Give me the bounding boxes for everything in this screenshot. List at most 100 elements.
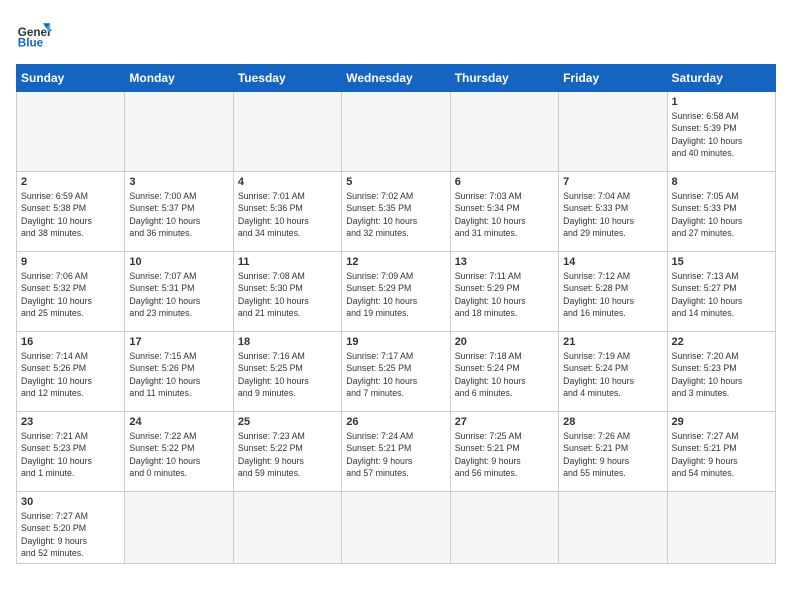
logo: General Blue xyxy=(16,16,52,52)
day-number: 19 xyxy=(346,336,445,348)
calendar-week-row: 30Sunrise: 7:27 AM Sunset: 5:20 PM Dayli… xyxy=(17,492,776,564)
calendar-cell: 1 Sunrise: 6:58 AM Sunset: 5:39 PM Daylig… xyxy=(667,92,775,172)
day-info: Sunrise: 7:12 AM Sunset: 5:28 PM Dayligh… xyxy=(563,270,662,319)
day-info: Sunrise: 6:58 AM Sunset: 5:39 PM Dayligh… xyxy=(672,110,771,159)
day-info: Sunrise: 7:04 AM Sunset: 5:33 PM Dayligh… xyxy=(563,190,662,239)
day-info: Sunrise: 7:27 AM Sunset: 5:21 PM Dayligh… xyxy=(672,430,771,479)
calendar-cell: 30Sunrise: 7:27 AM Sunset: 5:20 PM Dayli… xyxy=(17,492,125,564)
calendar-week-row: 23Sunrise: 7:21 AM Sunset: 5:23 PM Dayli… xyxy=(17,412,776,492)
calendar-week-row: 16Sunrise: 7:14 AM Sunset: 5:26 PM Dayli… xyxy=(17,332,776,412)
calendar-cell xyxy=(342,92,450,172)
day-number: 5 xyxy=(346,176,445,188)
day-number: 29 xyxy=(672,416,771,428)
calendar-cell xyxy=(342,492,450,564)
day-info: Sunrise: 7:19 AM Sunset: 5:24 PM Dayligh… xyxy=(563,350,662,399)
day-info: Sunrise: 7:15 AM Sunset: 5:26 PM Dayligh… xyxy=(129,350,228,399)
day-number: 2 xyxy=(21,176,120,188)
day-number: 25 xyxy=(238,416,337,428)
logo-icon: General Blue xyxy=(16,16,52,52)
day-header-tuesday: Tuesday xyxy=(233,65,341,92)
calendar-cell: 6Sunrise: 7:03 AM Sunset: 5:34 PM Daylig… xyxy=(450,172,558,252)
day-header-friday: Friday xyxy=(559,65,667,92)
day-number: 13 xyxy=(455,256,554,268)
calendar-cell xyxy=(559,492,667,564)
calendar-header-row: SundayMondayTuesdayWednesdayThursdayFrid… xyxy=(17,65,776,92)
day-info: Sunrise: 7:26 AM Sunset: 5:21 PM Dayligh… xyxy=(563,430,662,479)
calendar-cell: 7 Sunrise: 7:04 AM Sunset: 5:33 PM Daylig… xyxy=(559,172,667,252)
day-info: Sunrise: 7:22 AM Sunset: 5:22 PM Dayligh… xyxy=(129,430,228,479)
day-number: 9 xyxy=(21,256,120,268)
day-number: 4 xyxy=(238,176,337,188)
calendar-cell: 9 Sunrise: 7:06 AM Sunset: 5:32 PM Daylig… xyxy=(17,252,125,332)
calendar-cell: 13 Sunrise: 7:11 AM Sunset: 5:29 PM Dayli… xyxy=(450,252,558,332)
day-info: Sunrise: 7:07 AM Sunset: 5:31 PM Dayligh… xyxy=(129,270,228,319)
day-info: Sunrise: 7:27 AM Sunset: 5:20 PM Dayligh… xyxy=(21,510,120,559)
day-header-saturday: Saturday xyxy=(667,65,775,92)
day-info: Sunrise: 7:14 AM Sunset: 5:26 PM Dayligh… xyxy=(21,350,120,399)
header: General Blue xyxy=(16,16,776,52)
calendar-cell: 20 Sunrise: 7:18 AM Sunset: 5:24 PM Dayli… xyxy=(450,332,558,412)
calendar-cell: 29 Sunrise: 7:27 AM Sunset: 5:21 PM Dayli… xyxy=(667,412,775,492)
calendar-cell: 8Sunrise: 7:05 AM Sunset: 5:33 PM Daylig… xyxy=(667,172,775,252)
day-number: 10 xyxy=(129,256,228,268)
calendar-cell xyxy=(559,92,667,172)
calendar-cell: 15 Sunrise: 7:13 AM Sunset: 5:27 PM Dayli… xyxy=(667,252,775,332)
day-info: Sunrise: 7:18 AM Sunset: 5:24 PM Dayligh… xyxy=(455,350,554,399)
day-number: 3 xyxy=(129,176,228,188)
day-info: Sunrise: 7:23 AM Sunset: 5:22 PM Dayligh… xyxy=(238,430,337,479)
calendar-cell xyxy=(233,92,341,172)
calendar-cell: 28Sunrise: 7:26 AM Sunset: 5:21 PM Dayli… xyxy=(559,412,667,492)
calendar-cell: 27Sunrise: 7:25 AM Sunset: 5:21 PM Dayli… xyxy=(450,412,558,492)
day-number: 12 xyxy=(346,256,445,268)
day-info: Sunrise: 7:02 AM Sunset: 5:35 PM Dayligh… xyxy=(346,190,445,239)
day-info: Sunrise: 7:16 AM Sunset: 5:25 PM Dayligh… xyxy=(238,350,337,399)
day-number: 15 xyxy=(672,256,771,268)
calendar-cell xyxy=(17,92,125,172)
calendar-cell: 22Sunrise: 7:20 AM Sunset: 5:23 PM Dayli… xyxy=(667,332,775,412)
calendar-cell xyxy=(450,492,558,564)
day-info: Sunrise: 6:59 AM Sunset: 5:38 PM Dayligh… xyxy=(21,190,120,239)
day-header-sunday: Sunday xyxy=(17,65,125,92)
calendar-cell xyxy=(125,492,233,564)
day-number: 1 xyxy=(672,96,771,108)
calendar-cell: 3 Sunrise: 7:00 AM Sunset: 5:37 PM Daylig… xyxy=(125,172,233,252)
calendar-cell: 4Sunrise: 7:01 AM Sunset: 5:36 PM Daylig… xyxy=(233,172,341,252)
calendar-cell xyxy=(667,492,775,564)
day-info: Sunrise: 7:21 AM Sunset: 5:23 PM Dayligh… xyxy=(21,430,120,479)
day-info: Sunrise: 7:05 AM Sunset: 5:33 PM Dayligh… xyxy=(672,190,771,239)
day-number: 17 xyxy=(129,336,228,348)
day-number: 7 xyxy=(563,176,662,188)
day-number: 20 xyxy=(455,336,554,348)
calendar-cell: 12 Sunrise: 7:09 AM Sunset: 5:29 PM Dayli… xyxy=(342,252,450,332)
day-number: 26 xyxy=(346,416,445,428)
calendar-cell: 19 Sunrise: 7:17 AM Sunset: 5:25 PM Dayli… xyxy=(342,332,450,412)
day-info: Sunrise: 7:20 AM Sunset: 5:23 PM Dayligh… xyxy=(672,350,771,399)
day-info: Sunrise: 7:00 AM Sunset: 5:37 PM Dayligh… xyxy=(129,190,228,239)
day-number: 24 xyxy=(129,416,228,428)
svg-text:Blue: Blue xyxy=(18,37,44,50)
calendar-cell: 14Sunrise: 7:12 AM Sunset: 5:28 PM Dayli… xyxy=(559,252,667,332)
calendar-cell: 10 Sunrise: 7:07 AM Sunset: 5:31 PM Dayli… xyxy=(125,252,233,332)
calendar-cell xyxy=(450,92,558,172)
calendar-cell xyxy=(125,92,233,172)
day-info: Sunrise: 7:13 AM Sunset: 5:27 PM Dayligh… xyxy=(672,270,771,319)
calendar-week-row: 9 Sunrise: 7:06 AM Sunset: 5:32 PM Daylig… xyxy=(17,252,776,332)
calendar-cell: 11Sunrise: 7:08 AM Sunset: 5:30 PM Dayli… xyxy=(233,252,341,332)
day-header-monday: Monday xyxy=(125,65,233,92)
day-info: Sunrise: 7:09 AM Sunset: 5:29 PM Dayligh… xyxy=(346,270,445,319)
calendar-week-row: 2 Sunrise: 6:59 AM Sunset: 5:38 PM Daylig… xyxy=(17,172,776,252)
day-number: 6 xyxy=(455,176,554,188)
day-info: Sunrise: 7:06 AM Sunset: 5:32 PM Dayligh… xyxy=(21,270,120,319)
calendar-cell xyxy=(233,492,341,564)
calendar-cell: 5 Sunrise: 7:02 AM Sunset: 5:35 PM Daylig… xyxy=(342,172,450,252)
calendar-cell: 21 Sunrise: 7:19 AM Sunset: 5:24 PM Dayli… xyxy=(559,332,667,412)
calendar-cell: 24 Sunrise: 7:22 AM Sunset: 5:22 PM Dayli… xyxy=(125,412,233,492)
calendar-cell: 18Sunrise: 7:16 AM Sunset: 5:25 PM Dayli… xyxy=(233,332,341,412)
day-info: Sunrise: 7:11 AM Sunset: 5:29 PM Dayligh… xyxy=(455,270,554,319)
calendar-cell: 2 Sunrise: 6:59 AM Sunset: 5:38 PM Daylig… xyxy=(17,172,125,252)
day-number: 21 xyxy=(563,336,662,348)
calendar-cell: 26 Sunrise: 7:24 AM Sunset: 5:21 PM Dayli… xyxy=(342,412,450,492)
day-info: Sunrise: 7:24 AM Sunset: 5:21 PM Dayligh… xyxy=(346,430,445,479)
day-info: Sunrise: 7:08 AM Sunset: 5:30 PM Dayligh… xyxy=(238,270,337,319)
day-info: Sunrise: 7:17 AM Sunset: 5:25 PM Dayligh… xyxy=(346,350,445,399)
